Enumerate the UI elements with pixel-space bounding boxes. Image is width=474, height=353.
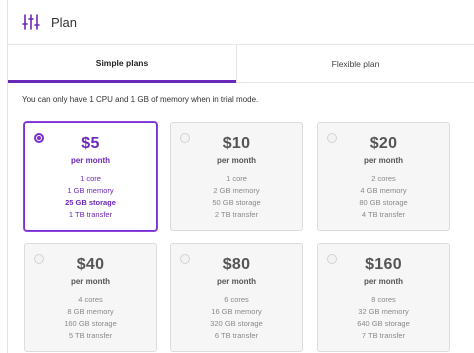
trial-notice: You can only have 1 CPU and 1 GB of memo…: [22, 95, 259, 104]
plan-cores: 1 core: [80, 174, 101, 183]
plan-memory: 1 GB memory: [67, 186, 114, 195]
plan-radio[interactable]: [327, 254, 337, 264]
plan-card-40[interactable]: $40 per month 4 cores 8 GB memory 160 GB…: [24, 243, 157, 352]
plan-card-80[interactable]: $80 per month 6 cores 16 GB memory 320 G…: [170, 243, 303, 352]
plan-cores: 1 core: [226, 174, 247, 183]
plan-memory: 16 GB memory: [211, 307, 262, 316]
plan-memory: 32 GB memory: [358, 307, 409, 316]
plan-period: per month: [216, 277, 257, 286]
plan-price: $80: [222, 256, 251, 273]
plan-tabs: Simple plans Flexible plan: [8, 45, 474, 83]
plan-storage: 640 GB storage: [357, 319, 410, 328]
plan-transfer: 1 TB transfer: [68, 210, 113, 219]
plan-price: $40: [76, 256, 105, 273]
plan-storage: 25 GB storage: [65, 198, 116, 207]
plan-period: per month: [70, 277, 111, 286]
plan-radio[interactable]: [180, 254, 190, 264]
plan-period: per month: [363, 156, 404, 165]
plan-cores: 2 cores: [371, 174, 396, 183]
plan-storage: 80 GB storage: [359, 198, 408, 207]
plan-price: $10: [222, 135, 251, 152]
plan-radio[interactable]: [34, 133, 44, 143]
plan-memory: 8 GB memory: [67, 307, 114, 316]
plan-memory: 4 GB memory: [360, 186, 407, 195]
plan-price: $20: [369, 135, 398, 152]
plan-memory: 2 GB memory: [213, 186, 260, 195]
tab-simple-plans[interactable]: Simple plans: [8, 45, 236, 83]
plan-transfer: 6 TB transfer: [214, 331, 259, 340]
plan-price: $5: [81, 135, 100, 152]
plan-card-20[interactable]: $20 per month 2 cores 4 GB memory 80 GB …: [317, 122, 450, 231]
plan-period: per month: [70, 156, 111, 165]
plan-cores: 6 cores: [224, 295, 249, 304]
plan-transfer: 4 TB transfer: [361, 210, 406, 219]
plan-radio[interactable]: [327, 133, 337, 143]
plan-storage: 320 GB storage: [210, 319, 263, 328]
plan-period: per month: [363, 277, 404, 286]
plan-transfer: 7 TB transfer: [361, 331, 406, 340]
tab-flexible-plan[interactable]: Flexible plan: [236, 45, 474, 83]
sliders-icon: [22, 13, 40, 31]
plan-card-10[interactable]: $10 per month 1 core 2 GB memory 50 GB s…: [170, 122, 303, 231]
plan-transfer: 2 TB transfer: [214, 210, 259, 219]
plan-price: $160: [365, 256, 402, 273]
plan-cores: 4 cores: [78, 295, 103, 304]
plan-card-160[interactable]: $160 per month 8 cores 32 GB memory 640 …: [317, 243, 450, 352]
plan-period: per month: [216, 156, 257, 165]
plan-cores: 8 cores: [371, 295, 396, 304]
panel-header: Plan: [8, 0, 474, 45]
plan-storage: 50 GB storage: [212, 198, 261, 207]
plan-radio[interactable]: [34, 254, 44, 264]
plan-grid: $5 per month 1 core 1 GB memory 25 GB st…: [22, 121, 474, 353]
plan-storage: 160 GB storage: [64, 319, 117, 328]
plan-radio[interactable]: [180, 133, 190, 143]
plan-card-5[interactable]: $5 per month 1 core 1 GB memory 25 GB st…: [24, 122, 157, 231]
page-title: Plan: [51, 14, 78, 30]
plan-transfer: 5 TB transfer: [68, 331, 113, 340]
